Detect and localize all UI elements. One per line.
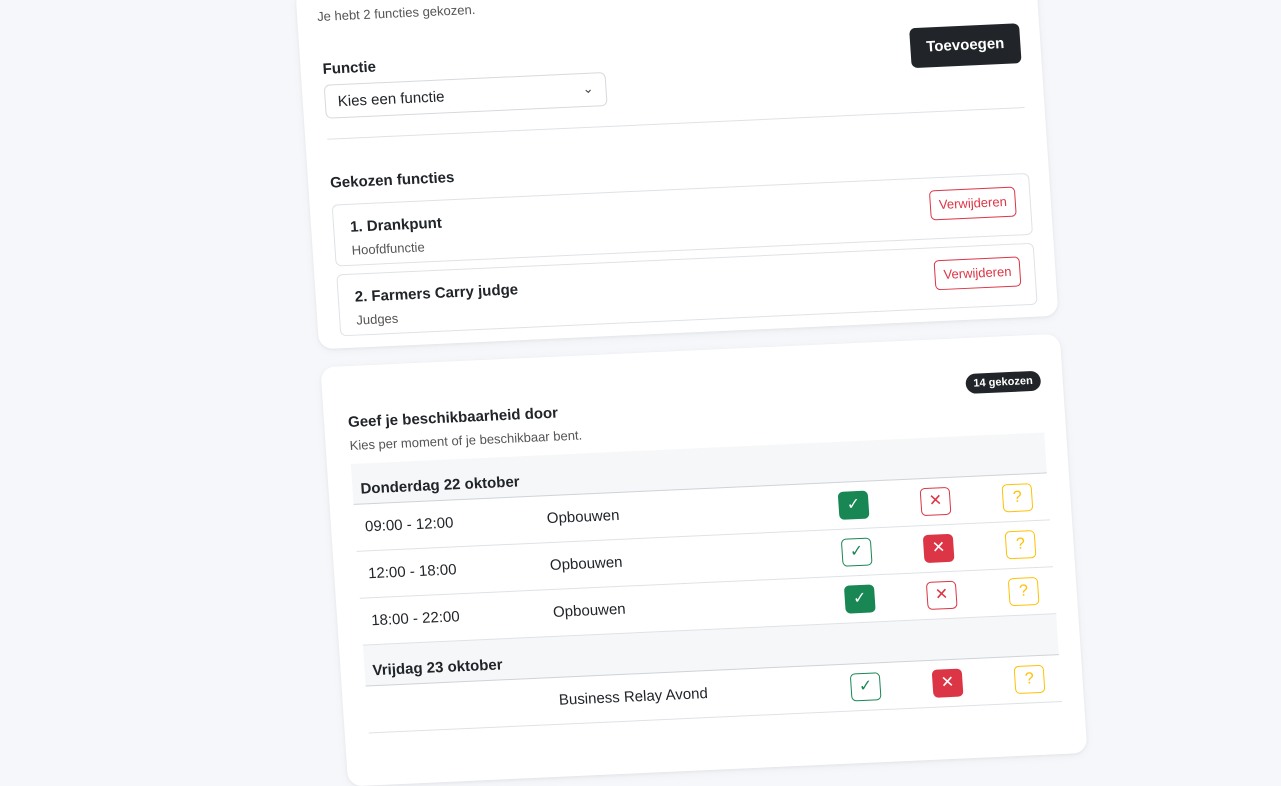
maybe-button[interactable]: ?: [1013, 664, 1046, 695]
maybe-button[interactable]: ?: [1004, 530, 1037, 560]
slot-task: Opbouwen: [549, 553, 624, 575]
function-name: 2. Farmers Carry judge: [354, 281, 519, 306]
available-button[interactable]: ✓: [837, 490, 870, 520]
page: Je hebt 2 functies gekozen. Functie Kies…: [0, 0, 1281, 786]
remove-function-button[interactable]: Verwijderen: [933, 256, 1022, 291]
maybe-button[interactable]: ?: [1007, 576, 1040, 607]
slot-time: 18:00 - 22:00: [370, 608, 461, 630]
add-function-button[interactable]: Toevoegen: [909, 23, 1022, 69]
availability-subtitle: Kies per moment of je beschikbaar bent.: [349, 427, 583, 454]
content-column: Je hebt 2 functies gekozen. Functie Kies…: [295, 0, 1088, 786]
available-button[interactable]: ✓: [840, 537, 873, 567]
availability-table: Donderdag 22 oktober 09:00 - 12:00 Opbou…: [350, 432, 1063, 734]
functions-count-text: Je hebt 2 functies gekozen.: [316, 1, 476, 25]
selected-count-badge: 14 gekozen: [964, 370, 1042, 395]
slot-task: Opbouwen: [546, 506, 620, 528]
availability-title: Geef je beschikbaarheid door: [347, 404, 559, 432]
selected-functions-title: Gekozen functies: [329, 169, 455, 192]
slot-time: 09:00 - 12:00: [364, 514, 454, 536]
chevron-down-icon: ⌄: [582, 80, 594, 97]
remove-function-button[interactable]: Verwijderen: [928, 186, 1017, 221]
available-button[interactable]: ✓: [843, 584, 876, 614]
slot-task: Business Relay Avond: [558, 685, 709, 709]
functions-card: Je hebt 2 functies gekozen. Functie Kies…: [295, 0, 1059, 350]
function-field-label: Functie: [322, 58, 377, 78]
function-select[interactable]: Kies een functie ⌄: [323, 72, 608, 119]
slot-task: Opbouwen: [552, 600, 627, 621]
function-select-value: Kies een functie: [337, 88, 446, 111]
unavailable-button[interactable]: ✕: [919, 486, 952, 517]
unavailable-button[interactable]: ✕: [922, 533, 955, 564]
maybe-button[interactable]: ?: [1001, 483, 1034, 513]
function-category: Hoofdfunctie: [351, 239, 426, 258]
availability-card: Geef je beschikbaarheid door Kies per mo…: [320, 333, 1088, 786]
function-name: 1. Drankpunt: [349, 214, 443, 236]
function-category: Judges: [355, 310, 399, 328]
unavailable-button[interactable]: ✕: [925, 580, 958, 610]
available-button[interactable]: ✓: [849, 672, 882, 702]
unavailable-button[interactable]: ✕: [931, 668, 964, 698]
slot-time: 12:00 - 18:00: [367, 561, 458, 583]
